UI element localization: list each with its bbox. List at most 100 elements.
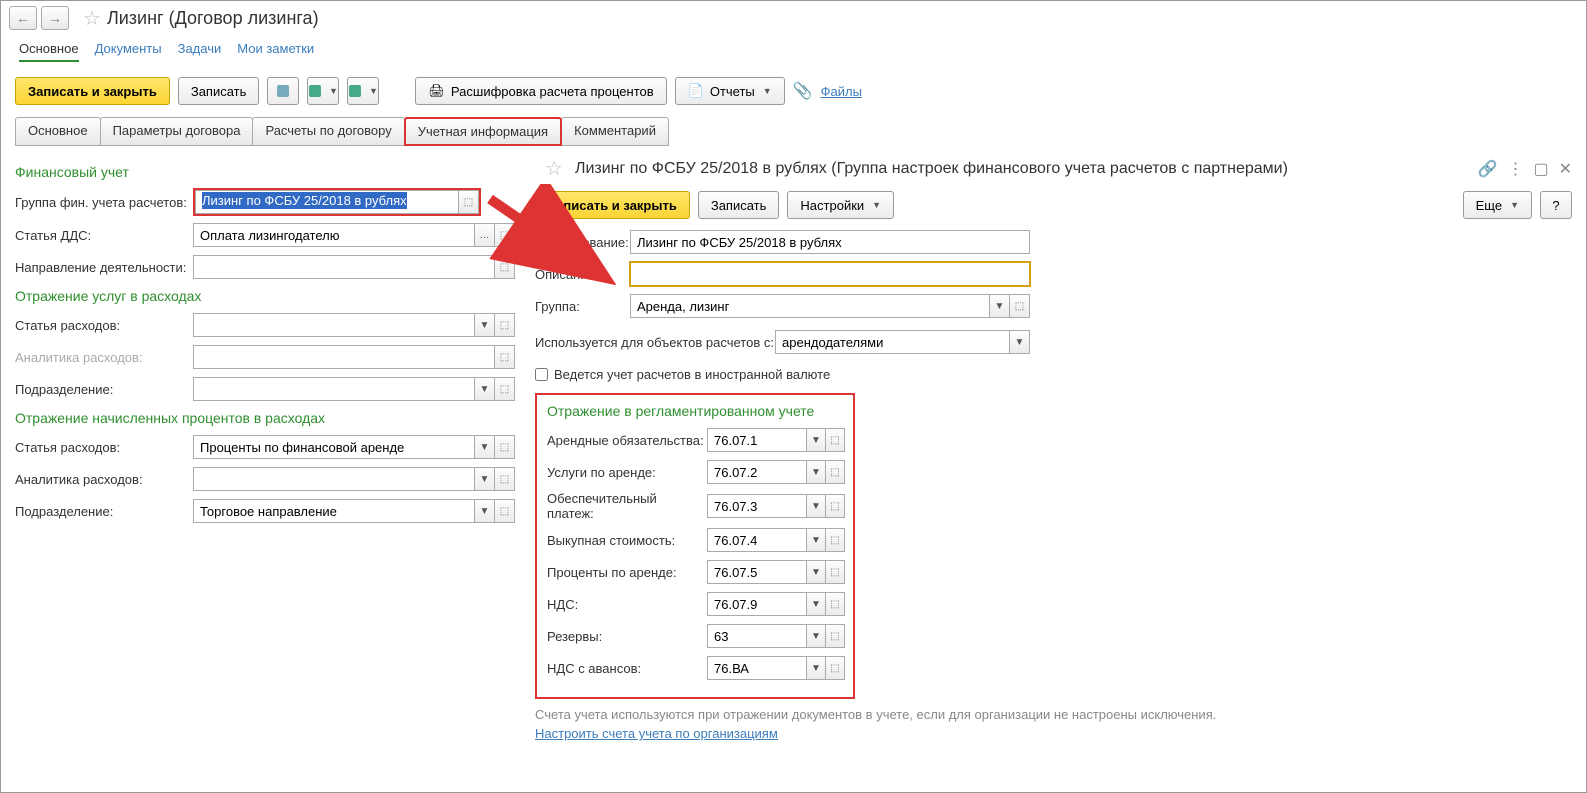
right-name-label: Наименование: xyxy=(535,235,630,250)
right-group-open-button[interactable]: ⬚ xyxy=(1010,294,1030,318)
services-division-open-button[interactable]: ⬚ xyxy=(495,377,515,401)
nav-tab-notes[interactable]: Мои заметки xyxy=(237,41,314,62)
currency-check-label: Ведется учет расчетов в иностранной валю… xyxy=(554,367,830,382)
direction-open-button[interactable]: ⬚ xyxy=(495,255,515,279)
interest-division-input[interactable] xyxy=(193,499,475,523)
dds-ellipsis-button[interactable]: … xyxy=(475,223,495,247)
right-help-button[interactable]: ? xyxy=(1540,191,1572,219)
services-division-dropdown-button[interactable]: ▼ xyxy=(475,377,495,401)
interest-exp-dropdown-button[interactable]: ▼ xyxy=(475,435,495,459)
form-tab-params[interactable]: Параметры договора xyxy=(100,117,254,146)
right-used-label: Используется для объектов расчетов с: xyxy=(535,335,775,350)
account-label-2: Обеспечительный платеж: xyxy=(547,491,707,521)
right-star-icon[interactable]: ☆ xyxy=(545,156,563,181)
services-analytics-label: Аналитика расходов: xyxy=(15,350,193,365)
account-dropdown-3[interactable]: ▼ xyxy=(807,528,826,552)
account-label-5: НДС: xyxy=(547,597,707,612)
account-dropdown-6[interactable]: ▼ xyxy=(807,624,826,648)
services-analytics-open-button[interactable]: ⬚ xyxy=(495,345,515,369)
account-input-3[interactable] xyxy=(707,528,807,552)
save-close-button[interactable]: Записать и закрыть xyxy=(15,77,170,105)
account-dropdown-4[interactable]: ▼ xyxy=(807,560,826,584)
regulated-accounting-box: Отражение в регламентированном учете Аре… xyxy=(535,393,855,699)
interest-exp-input[interactable] xyxy=(193,435,475,459)
fin-group-open-button[interactable]: ⬚ xyxy=(459,190,479,214)
direction-input[interactable] xyxy=(193,255,495,279)
close-icon[interactable]: ✕ xyxy=(1559,159,1572,179)
services-exp-open-button[interactable]: ⬚ xyxy=(495,313,515,337)
account-dropdown-7[interactable]: ▼ xyxy=(807,656,826,680)
account-input-2[interactable] xyxy=(707,494,807,518)
account-open-2[interactable]: ⬚ xyxy=(826,494,845,518)
configure-accounts-link[interactable]: Настроить счета учета по организациям xyxy=(535,726,778,741)
create-based-button[interactable]: ▼ xyxy=(307,77,339,105)
account-input-7[interactable] xyxy=(707,656,807,680)
account-open-6[interactable]: ⬚ xyxy=(826,624,845,648)
right-desc-input[interactable] xyxy=(630,262,1030,286)
right-name-input[interactable] xyxy=(630,230,1030,254)
window-icon[interactable]: ▢ xyxy=(1533,159,1548,179)
account-open-5[interactable]: ⬚ xyxy=(826,592,845,616)
fin-group-input[interactable]: Лизинг по ФСБУ 25/2018 в рублях xyxy=(195,190,459,214)
account-input-1[interactable] xyxy=(707,460,807,484)
favorite-star-icon[interactable]: ☆ xyxy=(83,6,101,31)
account-input-6[interactable] xyxy=(707,624,807,648)
nav-tab-main[interactable]: Основное xyxy=(19,41,79,62)
form-tab-accounting[interactable]: Учетная информация xyxy=(404,117,562,146)
right-used-dropdown-button[interactable]: ▼ xyxy=(1010,330,1030,354)
form-tab-calc[interactable]: Расчеты по договору xyxy=(252,117,404,146)
interest-analytics-dropdown-button[interactable]: ▼ xyxy=(475,467,495,491)
related-button[interactable]: ▼ xyxy=(347,77,379,105)
link-icon[interactable]: 🔗 xyxy=(1478,159,1498,179)
right-save-button[interactable]: Записать xyxy=(698,191,780,219)
account-input-0[interactable] xyxy=(707,428,807,452)
form-tabs: Основное Параметры договора Расчеты по д… xyxy=(1,117,1586,146)
interest-division-dropdown-button[interactable]: ▼ xyxy=(475,499,495,523)
nav-tab-docs[interactable]: Документы xyxy=(95,41,162,62)
services-section-head: Отражение услуг в расходах xyxy=(15,288,515,304)
interest-analytics-open-button[interactable]: ⬚ xyxy=(495,467,515,491)
interest-breakdown-button[interactable]: 🖨Расшифровка расчета процентов xyxy=(415,77,666,105)
account-open-4[interactable]: ⬚ xyxy=(826,560,845,584)
account-open-3[interactable]: ⬚ xyxy=(826,528,845,552)
form-tab-main[interactable]: Основное xyxy=(15,117,101,146)
account-open-0[interactable]: ⬚ xyxy=(826,428,845,452)
create-icon xyxy=(309,85,321,97)
interest-analytics-input[interactable] xyxy=(193,467,475,491)
right-group-dropdown-button[interactable]: ▼ xyxy=(990,294,1010,318)
account-input-4[interactable] xyxy=(707,560,807,584)
dds-open-button[interactable]: ⬚ xyxy=(495,223,515,247)
right-save-close-button[interactable]: Записать и закрыть xyxy=(535,191,690,219)
nav-back-button[interactable]: ← xyxy=(9,6,37,30)
account-dropdown-2[interactable]: ▼ xyxy=(807,494,826,518)
account-input-5[interactable] xyxy=(707,592,807,616)
reports-button[interactable]: 📄Отчеты▼ xyxy=(675,77,785,105)
account-dropdown-5[interactable]: ▼ xyxy=(807,592,826,616)
services-analytics-input[interactable] xyxy=(193,345,495,369)
dds-input[interactable] xyxy=(193,223,475,247)
nav-tab-tasks[interactable]: Задачи xyxy=(178,41,222,62)
right-group-input[interactable] xyxy=(630,294,990,318)
interest-division-open-button[interactable]: ⬚ xyxy=(495,499,515,523)
files-link[interactable]: Файлы xyxy=(821,84,862,99)
account-open-1[interactable]: ⬚ xyxy=(826,460,845,484)
services-division-input[interactable] xyxy=(193,377,475,401)
printer-icon: 🖨 xyxy=(428,83,445,99)
account-dropdown-0[interactable]: ▼ xyxy=(807,428,826,452)
interest-exp-open-button[interactable]: ⬚ xyxy=(495,435,515,459)
right-more-button[interactable]: Еще▼ xyxy=(1463,191,1532,219)
currency-checkbox[interactable] xyxy=(535,368,548,381)
nav-forward-button[interactable]: → xyxy=(41,6,69,30)
menu-icon[interactable]: ⋮ xyxy=(1507,159,1523,179)
list-icon-button[interactable] xyxy=(267,77,299,105)
right-used-input[interactable] xyxy=(775,330,1010,354)
account-open-7[interactable]: ⬚ xyxy=(826,656,845,680)
services-exp-input[interactable] xyxy=(193,313,475,337)
services-exp-dropdown-button[interactable]: ▼ xyxy=(475,313,495,337)
fin-group-label: Группа фин. учета расчетов: xyxy=(15,195,193,210)
account-dropdown-1[interactable]: ▼ xyxy=(807,460,826,484)
right-settings-button[interactable]: Настройки▼ xyxy=(787,191,894,219)
save-button[interactable]: Записать xyxy=(178,77,260,105)
form-tab-comment[interactable]: Комментарий xyxy=(561,117,669,146)
attachment-icon[interactable]: 📎 xyxy=(793,81,813,101)
